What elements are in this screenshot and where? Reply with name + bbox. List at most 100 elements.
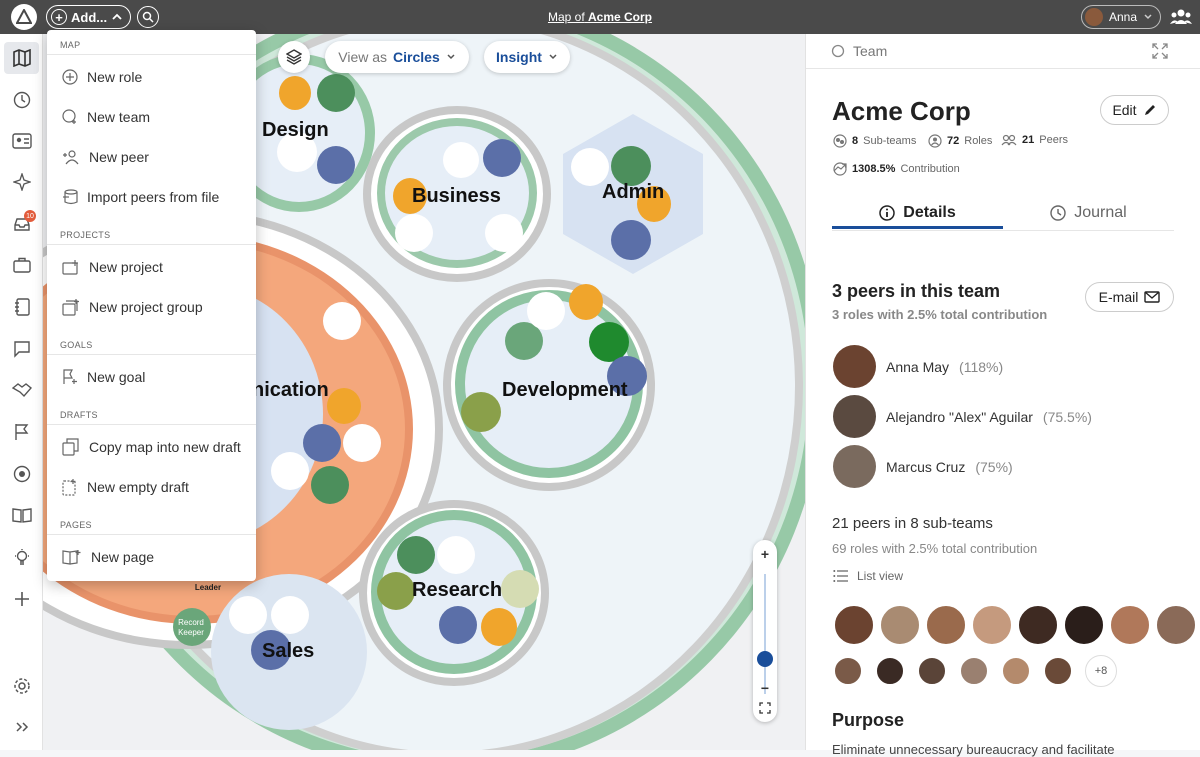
- insight-selector[interactable]: Insight: [484, 41, 570, 73]
- role-hexagon[interactable]: [327, 388, 361, 424]
- avatar[interactable]: [959, 656, 989, 686]
- sidebar-item-insights[interactable]: [12, 464, 32, 484]
- list-view-toggle[interactable]: List view: [833, 569, 903, 583]
- sidebar-item-inbox[interactable]: 10: [12, 210, 36, 234]
- role-circle[interactable]: [343, 424, 381, 462]
- role-circle[interactable]: [461, 392, 501, 432]
- avatar[interactable]: [879, 604, 921, 646]
- zoom-track[interactable]: [764, 574, 766, 694]
- sidebar-item-directory[interactable]: [12, 131, 32, 151]
- avatar[interactable]: [1017, 604, 1059, 646]
- sidebar-item-compass[interactable]: [12, 172, 32, 192]
- more-peers-button[interactable]: +8: [1085, 655, 1117, 687]
- menu-item-copy-map[interactable]: Copy map into new draft: [47, 427, 256, 467]
- sidebar-item-goals[interactable]: [12, 422, 32, 442]
- role-circle[interactable]: [611, 146, 651, 186]
- layers-button[interactable]: [278, 41, 310, 73]
- avatar[interactable]: [1001, 656, 1031, 686]
- avatar[interactable]: [971, 604, 1013, 646]
- sidebar-item-handshake[interactable]: [12, 380, 32, 400]
- zoom-slider-handle[interactable]: [757, 651, 773, 667]
- menu-item-new-role[interactable]: New role: [47, 57, 256, 97]
- avatar[interactable]: [833, 604, 875, 646]
- peer-row[interactable]: Marcus Cruz (75%): [833, 445, 1013, 488]
- menu-item-new-goal[interactable]: New goal: [47, 357, 256, 397]
- role-circle[interactable]: [377, 572, 415, 610]
- role-circle[interactable]: [395, 214, 433, 252]
- sidebar-item-pages[interactable]: [12, 505, 32, 525]
- sidebar-item-add[interactable]: [12, 589, 32, 609]
- team-label-development[interactable]: Development: [502, 379, 628, 402]
- team-label-communication[interactable]: nication: [252, 379, 329, 402]
- avatar[interactable]: [917, 656, 947, 686]
- menu-item-import-peers[interactable]: Import peers from file: [47, 177, 256, 217]
- menu-item-new-project[interactable]: New project: [47, 247, 256, 287]
- tab-details[interactable]: Details: [832, 200, 1003, 226]
- team-label-admin[interactable]: Admin: [602, 181, 664, 204]
- role-circle[interactable]: [439, 606, 477, 644]
- menu-item-new-project-group[interactable]: New project group: [47, 287, 256, 327]
- chevron-down-icon: [447, 54, 455, 60]
- email-button[interactable]: E-mail: [1085, 282, 1174, 312]
- map-title[interactable]: Map of Acme Corp: [0, 10, 1200, 24]
- zoom-out-button[interactable]: −: [757, 680, 773, 696]
- avatar[interactable]: [875, 656, 905, 686]
- menu-item-new-team[interactable]: New team: [47, 97, 256, 137]
- role-circle[interactable]: [323, 302, 361, 340]
- user-menu[interactable]: Anna: [1081, 5, 1161, 29]
- role-circle[interactable]: [483, 139, 521, 177]
- role-circle[interactable]: [271, 596, 309, 634]
- role-circle[interactable]: [303, 424, 341, 462]
- role-circle[interactable]: [501, 570, 539, 608]
- stat-label: Sub-teams: [863, 135, 917, 147]
- role-hexagon[interactable]: [569, 284, 603, 320]
- team-label-business[interactable]: Business: [412, 185, 501, 208]
- role-circle[interactable]: [311, 466, 349, 504]
- role-label-record-keeper[interactable]: Record Keeper: [169, 618, 213, 638]
- avatar[interactable]: [925, 604, 967, 646]
- sidebar-item-ideas[interactable]: [12, 547, 32, 567]
- peer-row[interactable]: Anna May (118%): [833, 345, 1003, 388]
- zoom-fit-button[interactable]: [757, 700, 773, 716]
- team-label-design[interactable]: Design: [262, 119, 329, 142]
- role-circle[interactable]: [485, 214, 523, 252]
- menu-item-new-empty-draft[interactable]: New empty draft: [47, 467, 256, 507]
- role-circle[interactable]: [443, 142, 479, 178]
- avatar[interactable]: [1063, 604, 1105, 646]
- peer-row[interactable]: Alejandro "Alex" Aguilar (75.5%): [833, 395, 1092, 438]
- role-circle[interactable]: [317, 74, 355, 112]
- sidebar-item-projects[interactable]: [12, 255, 32, 275]
- tab-journal[interactable]: Journal: [1003, 200, 1174, 226]
- role-circle[interactable]: [527, 292, 565, 330]
- avatar[interactable]: [1155, 604, 1197, 646]
- view-as-selector[interactable]: View as Circles: [325, 41, 469, 73]
- expand-button[interactable]: [1152, 43, 1168, 64]
- role-circle[interactable]: [317, 146, 355, 184]
- avatar[interactable]: [1043, 656, 1073, 686]
- role-hexagon[interactable]: [279, 76, 311, 110]
- avatar[interactable]: [833, 656, 863, 686]
- briefcase-icon: [13, 257, 31, 273]
- people-icon[interactable]: [1170, 8, 1192, 31]
- divider: [47, 54, 256, 55]
- sidebar-item-history[interactable]: [12, 90, 32, 110]
- role-icon: [928, 134, 942, 148]
- sidebar-item-settings[interactable]: [12, 676, 32, 696]
- role-circle[interactable]: [611, 220, 651, 260]
- sidebar-item-chat[interactable]: [12, 339, 32, 359]
- role-circle[interactable]: [271, 452, 309, 490]
- role-hexagon[interactable]: [481, 608, 517, 646]
- role-circle[interactable]: [437, 536, 475, 574]
- menu-item-new-page[interactable]: New page: [47, 537, 256, 577]
- edit-button[interactable]: Edit: [1100, 95, 1169, 125]
- sidebar-expand[interactable]: [12, 717, 32, 737]
- team-label-sales[interactable]: Sales: [262, 640, 314, 663]
- avatar[interactable]: [1109, 604, 1151, 646]
- role-circle[interactable]: [229, 596, 267, 634]
- role-circle[interactable]: [397, 536, 435, 574]
- team-label-research[interactable]: Research: [412, 579, 502, 602]
- sidebar-item-notebook[interactable]: [12, 297, 32, 317]
- sidebar-item-map[interactable]: [4, 42, 39, 74]
- zoom-in-button[interactable]: +: [757, 546, 773, 562]
- menu-item-new-peer[interactable]: New peer: [47, 137, 256, 177]
